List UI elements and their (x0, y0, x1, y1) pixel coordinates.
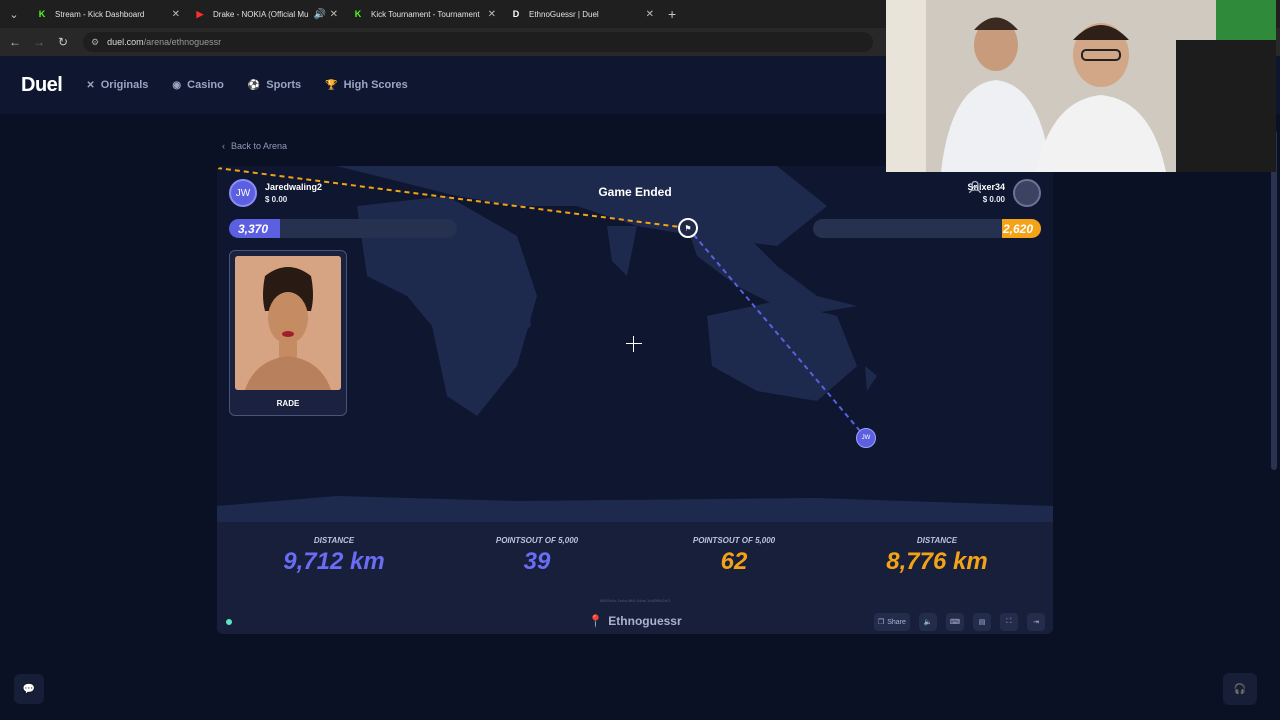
player2-score: 2,620 (1002, 222, 1033, 236)
webcam-feed-image (886, 0, 1276, 172)
hint-label: RADE (276, 399, 300, 408)
headset-icon: 🎧 (1233, 683, 1247, 695)
player2-score-bar: 2,620 (813, 219, 1041, 238)
back-to-arena-link[interactable]: ‹ Back to Arena (222, 141, 287, 151)
keyboard-icon: ⌨ (949, 619, 960, 626)
support-button[interactable]: 🎧 (1223, 673, 1257, 705)
duel-icon: D (512, 9, 520, 19)
fullscreen-button[interactable]: ⛶ (1000, 613, 1018, 631)
p1-guess-pin: JW (856, 428, 876, 448)
player1-points-stat: POINTSOUT OF 5,000 39 (437, 536, 637, 576)
player1-score-bar: 3,370 (229, 219, 457, 238)
duel-logo[interactable]: Duel (21, 74, 63, 97)
close-icon[interactable]: ✕ (330, 9, 338, 20)
game-id: 8f839b0e-1e6a-4fb2-94ae-1c6f3f8d2a7f (599, 598, 671, 603)
player2-info: Snixer34 $ 0.00 (967, 179, 1041, 207)
close-icon[interactable]: ✕ (646, 9, 654, 20)
nav-casino[interactable]: ◉ Casino (172, 79, 223, 91)
player1-distance: 9,712 km (283, 548, 385, 575)
new-tab-icon[interactable]: + (668, 6, 676, 22)
chat-icon: 💬 (22, 683, 36, 695)
tab-kick-tournament[interactable]: K Kick Tournament - Tournament ✕ (344, 0, 502, 28)
game-footer: 📍 Ethnoguessr ❐ Share 🔈 ⌨ ▤ ⛶ ⇥ (217, 610, 1053, 634)
answer-flag-pin: ⚑ (678, 218, 698, 238)
chat-button[interactable]: 💬 (14, 674, 44, 704)
tab-youtube[interactable]: ▶ Drake - NOKIA (Official Mu 🔊 ✕ (186, 0, 344, 28)
player1-avatar[interactable]: JW (229, 179, 257, 207)
player2-avatar[interactable] (969, 179, 1041, 207)
rules-button[interactable]: ▤ (973, 613, 991, 631)
location-pin-icon: 📍 (588, 614, 604, 628)
book-icon: ▤ (978, 619, 986, 626)
player2-points-stat: POINTSOUT OF 5,000 62 (634, 536, 834, 576)
site-info-icon[interactable]: ⚙ (91, 37, 99, 48)
portrait-svg (235, 256, 341, 390)
player2-distance-stat: DISTANCE 8,776 km (837, 536, 1037, 576)
flag-icon: ⚑ (684, 223, 692, 233)
keyboard-button[interactable]: ⌨ (945, 613, 964, 631)
player1-score: 3,370 (238, 222, 269, 236)
casino-chip-icon: ◉ (172, 79, 182, 91)
originals-icon: ✕ (86, 79, 95, 91)
player2-balance: $ 0.00 (982, 195, 1005, 204)
hint-card[interactable]: RADE (229, 250, 347, 416)
tab-search-icon[interactable]: ⌄ (0, 0, 28, 28)
kick-icon: K (38, 9, 46, 19)
nav-sports[interactable]: ⚽ Sports (248, 79, 301, 91)
player2-points: 62 (720, 548, 748, 575)
player1-distance-stat: DISTANCE 9,712 km (234, 536, 434, 576)
kick-icon: K (354, 9, 362, 19)
webcam-overlay (886, 0, 1276, 172)
player1-name[interactable]: Jaredwaling2 (265, 182, 322, 192)
exit-icon: ⇥ (1033, 619, 1039, 626)
nav-high-scores[interactable]: 🏆 High Scores (325, 79, 408, 91)
landmass-new-zealand (865, 366, 877, 391)
landmass-australia (707, 301, 857, 401)
sound-button[interactable]: 🔈 (918, 613, 937, 631)
player1-balance: $ 0.00 (265, 195, 288, 204)
exit-button[interactable]: ⇥ (1027, 613, 1045, 631)
close-icon[interactable]: ✕ (172, 9, 180, 20)
crosshair-cursor (626, 336, 642, 352)
nav-originals[interactable]: ✕ Originals (86, 79, 148, 91)
share-button[interactable]: ❐ Share (873, 613, 910, 631)
volume-icon: 🔈 (923, 619, 933, 626)
trophy-icon: 🏆 (325, 79, 338, 91)
user-icon (969, 180, 982, 194)
close-icon[interactable]: ✕ (488, 9, 496, 20)
landmass-india (607, 226, 637, 276)
ball-icon: ⚽ (247, 79, 261, 91)
fullscreen-icon: ⛶ (1006, 618, 1012, 625)
tab-ethnoguessr[interactable]: D EthnoGuessr | Duel ✕ (502, 0, 660, 28)
hint-portrait-image (235, 256, 341, 390)
page-scrollbar[interactable] (1271, 130, 1277, 470)
share-icon: ❐ (877, 619, 885, 626)
chevron-left-icon: ‹ (222, 141, 225, 151)
landmass-antarctica (217, 496, 1053, 522)
back-arrow-icon[interactable]: ← (3, 30, 27, 54)
player1-points: 39 (523, 548, 551, 575)
game-status: Game Ended (598, 185, 672, 199)
game-toolbar: ❐ Share 🔈 ⌨ ▤ ⛶ ⇥ (865, 613, 1045, 631)
world-map[interactable]: ⚑ JW Game Ended JW Jaredwaling2 $ 0.00 S… (217, 166, 1053, 522)
game-panel: ⚑ JW Game Ended JW Jaredwaling2 $ 0.00 S… (217, 166, 1053, 634)
reload-icon[interactable]: ↻ (51, 30, 75, 54)
forward-arrow-icon[interactable]: → (27, 30, 51, 54)
youtube-icon: ▶ (196, 8, 204, 19)
url-input[interactable]: ⚙ duel.com/arena/ethnoguessr (83, 32, 873, 52)
player2-distance: 8,776 km (886, 548, 988, 575)
speaker-icon[interactable]: 🔊 (314, 9, 326, 20)
player1-info: JW Jaredwaling2 $ 0.00 (229, 179, 322, 207)
tab-kick-dashboard[interactable]: K Stream - Kick Dashboard ✕ (28, 0, 186, 28)
